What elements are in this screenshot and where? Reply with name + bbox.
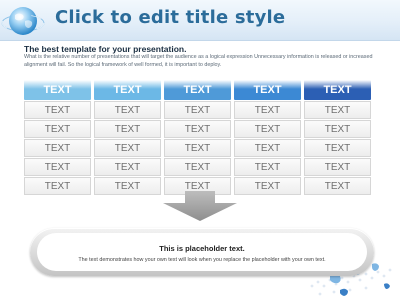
down-arrow-icon: [163, 191, 237, 221]
placeholder-panel: This is placeholder text. The text demon…: [30, 228, 374, 276]
table-header-row: TEXT TEXT TEXT TEXT TEXT: [24, 80, 371, 100]
table-cell[interactable]: TEXT: [24, 120, 91, 138]
slide-body-text[interactable]: What is the relative number of presentat…: [24, 54, 380, 69]
title-bar: Click to edit title style: [0, 0, 400, 41]
globe-icon: [1, 7, 45, 35]
table-cell[interactable]: TEXT: [94, 158, 161, 176]
table-cell[interactable]: TEXT: [304, 177, 371, 195]
table-cell[interactable]: TEXT: [304, 101, 371, 119]
table-cell[interactable]: TEXT: [164, 101, 231, 119]
table-cell[interactable]: TEXT: [234, 120, 301, 138]
table-cell[interactable]: TEXT: [94, 120, 161, 138]
slide-subtitle[interactable]: The best template for your presentation.: [24, 44, 186, 54]
table-cell[interactable]: TEXT: [234, 158, 301, 176]
table-row: TEXT TEXT TEXT TEXT TEXT: [24, 120, 371, 138]
table-cell[interactable]: TEXT: [94, 177, 161, 195]
table-row: TEXT TEXT TEXT TEXT TEXT: [24, 158, 371, 176]
table-row: TEXT TEXT TEXT TEXT TEXT: [24, 101, 371, 119]
placeholder-inner: This is placeholder text. The text demon…: [37, 233, 367, 271]
table-header-cell[interactable]: TEXT: [304, 80, 371, 100]
text-table: TEXT TEXT TEXT TEXT TEXT TEXT TEXT TEXT …: [24, 80, 371, 195]
table-cell[interactable]: TEXT: [94, 139, 161, 157]
table-cell[interactable]: TEXT: [164, 120, 231, 138]
table-cell[interactable]: TEXT: [234, 101, 301, 119]
table-cell[interactable]: TEXT: [234, 177, 301, 195]
table-header-cell[interactable]: TEXT: [24, 80, 91, 100]
table-cell[interactable]: TEXT: [164, 158, 231, 176]
table-cell[interactable]: TEXT: [24, 101, 91, 119]
table-row: TEXT TEXT TEXT TEXT TEXT: [24, 139, 371, 157]
table-cell[interactable]: TEXT: [234, 139, 301, 157]
table-cell[interactable]: TEXT: [304, 158, 371, 176]
table-header-cell[interactable]: TEXT: [94, 80, 161, 100]
placeholder-title[interactable]: This is placeholder text.: [37, 244, 367, 253]
table-header-cell[interactable]: TEXT: [234, 80, 301, 100]
table-cell[interactable]: TEXT: [164, 139, 231, 157]
table-cell[interactable]: TEXT: [94, 101, 161, 119]
table-cell[interactable]: TEXT: [304, 120, 371, 138]
table-cell[interactable]: TEXT: [304, 139, 371, 157]
table-cell[interactable]: TEXT: [24, 139, 91, 157]
placeholder-text[interactable]: The text demonstrates how your own text …: [37, 257, 367, 263]
table-cell[interactable]: TEXT: [24, 177, 91, 195]
table-header-cell[interactable]: TEXT: [164, 80, 231, 100]
table-cell[interactable]: TEXT: [24, 158, 91, 176]
slide-title[interactable]: Click to edit title style: [55, 7, 285, 28]
